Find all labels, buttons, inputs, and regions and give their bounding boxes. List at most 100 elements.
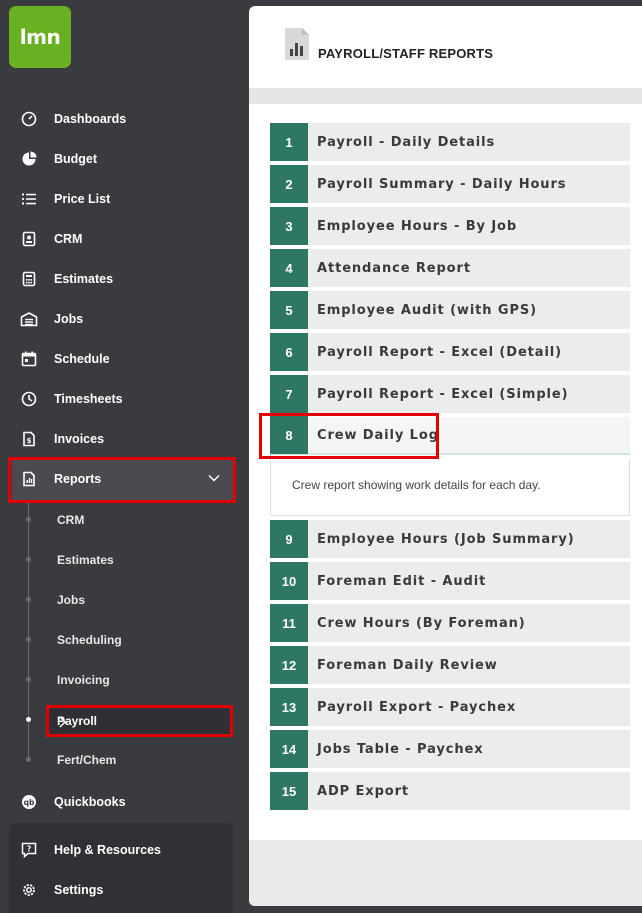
- report-item-1[interactable]: 1 Payroll - Daily Details: [270, 123, 630, 161]
- page-title: PAYROLL/STAFF REPORTS: [318, 46, 494, 61]
- report-number: 12: [270, 646, 308, 684]
- calendar-icon: [20, 350, 38, 368]
- main-panel: PAYROLL/STAFF REPORTS 1 Payroll - Daily D…: [249, 6, 642, 906]
- sidebar-item-schedule[interactable]: Schedule: [0, 339, 249, 379]
- submenu-dot: [26, 637, 31, 642]
- report-number: 9: [270, 520, 308, 558]
- sidebar-item-jobs[interactable]: Jobs: [0, 299, 249, 339]
- sidebar-item-timesheets[interactable]: Timesheets: [0, 379, 249, 419]
- submenu-item-scheduling[interactable]: Scheduling: [57, 630, 122, 650]
- garage-icon: [20, 310, 38, 328]
- report-label: Attendance Report: [317, 260, 471, 276]
- report-number: 2: [270, 165, 308, 203]
- sidebar-item-label: Dashboards: [54, 112, 127, 126]
- sidebar-item-label: Settings: [54, 883, 104, 897]
- report-item-12[interactable]: 12 Foreman Daily Review: [270, 646, 630, 684]
- logo-text: lmn: [19, 25, 61, 49]
- report-item-2[interactable]: 2 Payroll Summary - Daily Hours: [270, 165, 630, 203]
- gear-icon: [20, 881, 38, 899]
- submenu-item-jobs[interactable]: Jobs: [57, 590, 85, 610]
- sidebar-item-label: Timesheets: [54, 392, 123, 406]
- pie-chart-icon: [20, 150, 38, 168]
- sidebar-item-label: Schedule: [54, 352, 110, 366]
- report-label: Jobs Table - Paychex: [317, 741, 484, 757]
- report-label: Foreman Edit - Audit: [317, 573, 487, 589]
- report-number: 5: [270, 291, 308, 329]
- submenu-item-crm[interactable]: CRM: [57, 510, 84, 530]
- report-item-14[interactable]: 14 Jobs Table - Paychex: [270, 730, 630, 768]
- svg-text:?: ?: [27, 845, 31, 854]
- submenu-item-fert-chem[interactable]: Fert/Chem: [57, 750, 116, 770]
- report-item-3[interactable]: 3 Employee Hours - By Job: [270, 207, 630, 245]
- calculator-icon: [20, 270, 38, 288]
- submenu-dot: [26, 597, 31, 602]
- report-label: Employee Hours (Job Summary): [317, 531, 575, 547]
- submenu-dot: [26, 677, 31, 682]
- sidebar-item-label: Help & Resources: [54, 843, 161, 857]
- submenu-dot: [26, 517, 31, 522]
- report-item-10[interactable]: 10 Foreman Edit - Audit: [270, 562, 630, 600]
- report-number: 1: [270, 123, 308, 161]
- sidebar-item-budget[interactable]: Budget: [0, 139, 249, 179]
- report-item-5[interactable]: 5 Employee Audit (with GPS): [270, 291, 630, 329]
- header-divider: [249, 88, 642, 104]
- gauge-icon: [20, 110, 38, 128]
- report-label: Payroll Report - Excel (Simple): [317, 386, 569, 402]
- contact-card-icon: [20, 230, 38, 248]
- report-description-text: Crew report showing work details for eac…: [292, 478, 541, 492]
- sidebar-item-price-list[interactable]: Price List: [0, 179, 249, 219]
- report-label: Payroll - Daily Details: [317, 134, 496, 150]
- list-icon: [20, 190, 38, 208]
- submenu-item-invoicing[interactable]: Invoicing: [57, 670, 110, 690]
- sidebar: lmn Dashboards Budget Price List CRM Est…: [0, 0, 249, 913]
- sidebar-item-label: Estimates: [54, 272, 114, 286]
- sidebar-item-crm[interactable]: CRM: [0, 219, 249, 259]
- report-number: 3: [270, 207, 308, 245]
- sidebar-item-invoices[interactable]: $ Invoices: [0, 419, 249, 459]
- report-label: Employee Hours - By Job: [317, 218, 518, 234]
- submenu-dot: [26, 757, 31, 762]
- main-footer: [249, 840, 642, 906]
- submenu-item-payroll[interactable]: Payroll: [46, 705, 233, 737]
- highlight-crew-daily-log: [259, 413, 439, 459]
- submenu-dot: [26, 557, 31, 562]
- report-number: 11: [270, 604, 308, 642]
- report-label: Crew Hours (By Foreman): [317, 615, 526, 631]
- submenu-dot-active: [26, 717, 31, 722]
- report-label: Payroll Summary - Daily Hours: [317, 176, 567, 192]
- quickbooks-icon: qb: [20, 793, 38, 811]
- report-item-13[interactable]: 13 Payroll Export - Paychex: [270, 688, 630, 726]
- sidebar-item-label: Jobs: [54, 312, 84, 326]
- report-number: 6: [270, 333, 308, 371]
- sidebar-item-help[interactable]: ? Help & Resources: [0, 830, 249, 870]
- report-description: Crew report showing work details for eac…: [270, 459, 630, 516]
- report-label: ADP Export: [317, 783, 410, 799]
- lmn-logo[interactable]: lmn: [9, 6, 71, 68]
- report-number: 10: [270, 562, 308, 600]
- sidebar-item-quickbooks[interactable]: qb Quickbooks: [0, 782, 249, 822]
- svg-text:$: $: [27, 437, 32, 445]
- highlight-reports: [8, 457, 236, 503]
- sidebar-item-settings[interactable]: Settings: [0, 870, 249, 910]
- report-label: Foreman Daily Review: [317, 657, 498, 673]
- sidebar-item-dashboards[interactable]: Dashboards: [0, 99, 249, 139]
- report-number: 14: [270, 730, 308, 768]
- help-icon: ?: [20, 841, 38, 859]
- report-number: 15: [270, 772, 308, 810]
- report-item-6[interactable]: 6 Payroll Report - Excel (Detail): [270, 333, 630, 371]
- report-item-9[interactable]: 9 Employee Hours (Job Summary): [270, 520, 630, 558]
- report-item-11[interactable]: 11 Crew Hours (By Foreman): [270, 604, 630, 642]
- report-item-15[interactable]: 15 ADP Export: [270, 772, 630, 810]
- submenu-item-estimates[interactable]: Estimates: [57, 550, 114, 570]
- report-label: Employee Audit (with GPS): [317, 302, 537, 318]
- report-item-7[interactable]: 7 Payroll Report - Excel (Simple): [270, 375, 630, 413]
- report-number: 7: [270, 375, 308, 413]
- report-number: 13: [270, 688, 308, 726]
- sidebar-item-label: Budget: [54, 152, 98, 166]
- sidebar-item-label: CRM: [54, 232, 83, 246]
- svg-text:qb: qb: [24, 798, 35, 807]
- report-number: 4: [270, 249, 308, 287]
- sidebar-item-estimates[interactable]: Estimates: [0, 259, 249, 299]
- report-item-4[interactable]: 4 Attendance Report: [270, 249, 630, 287]
- sidebar-item-label: Price List: [54, 192, 111, 206]
